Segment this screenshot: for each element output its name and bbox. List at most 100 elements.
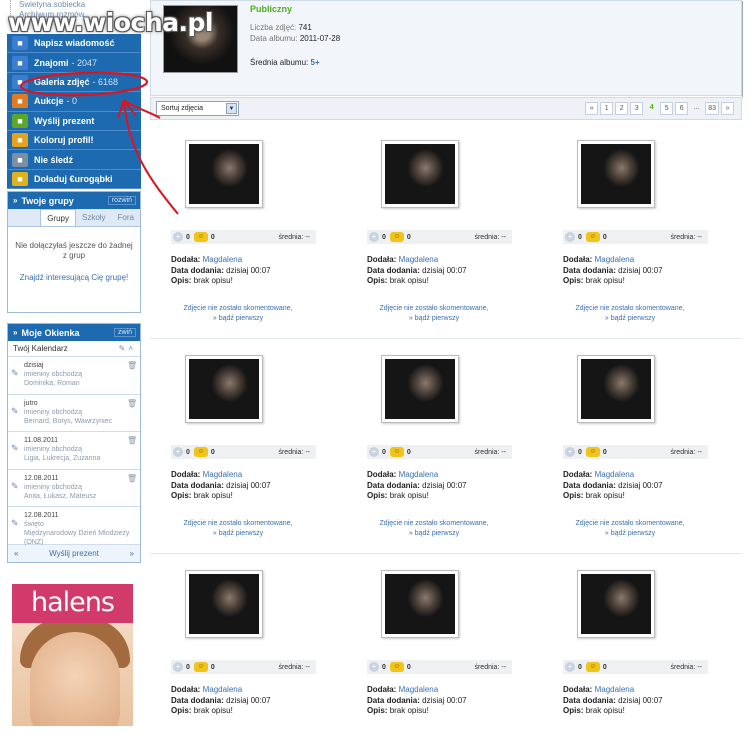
menu-item[interactable]: ■ Doładuj €urogąbki [7, 170, 141, 190]
photo-thumbnail[interactable] [577, 140, 655, 208]
calendar-entry-icon: ✎ [11, 443, 19, 453]
page-link[interactable]: « [585, 102, 599, 115]
photo-card: +0 ☺ 0 średnia: -- Dodała: Magdalena Data dod… [346, 341, 522, 541]
menu-item[interactable]: ■ Nie śledź [7, 150, 141, 170]
trash-icon[interactable]: 🗑 [127, 436, 137, 466]
author-link[interactable]: Magdalena [203, 255, 243, 264]
groups-toggle-button[interactable]: rozwiń [107, 196, 136, 205]
photo-thumbnail[interactable] [577, 355, 655, 423]
photo-image [581, 144, 651, 204]
author-link[interactable]: Magdalena [399, 685, 439, 694]
calendar-entry-type: imieniny obchodzą [24, 446, 82, 453]
date-label: Data dodania: [171, 265, 224, 275]
photo-thumbnail[interactable] [185, 355, 263, 423]
window-edge [742, 1, 747, 97]
smile-icon[interactable]: ☺ [585, 662, 600, 672]
be-first-link[interactable]: » bądź pierwszy [346, 314, 522, 324]
tab-groups[interactable]: Grupy [40, 209, 76, 226]
tab-schools[interactable]: Szkoły [76, 209, 112, 226]
be-first-link[interactable]: » bądź pierwszy [346, 529, 522, 539]
author-link[interactable]: Magdalena [595, 255, 635, 264]
description-label: Opis: [563, 276, 584, 285]
menu-item[interactable]: ■ Koloruj profil! [7, 131, 141, 151]
smile-icon[interactable]: ☺ [193, 447, 208, 457]
calendar-tools-icon[interactable]: ✎˄ [119, 344, 136, 353]
album-header: Publiczny Liczba zdjęć: 741 Data albumu:… [150, 0, 743, 97]
plus-icon[interactable]: + [173, 447, 183, 457]
smile-icon[interactable]: ☺ [389, 232, 404, 242]
smile-icon[interactable]: ☺ [585, 232, 600, 242]
advertisement-banner[interactable]: halens [12, 584, 133, 726]
smile-icon[interactable]: ☺ [585, 447, 600, 457]
sort-select[interactable]: Sortuj zdjęcia ▼ [156, 101, 239, 116]
description-value: brak opisu! [193, 491, 233, 500]
page-link[interactable]: 4 [645, 102, 658, 115]
be-first-link[interactable]: » bądź pierwszy [150, 314, 326, 324]
menu-item[interactable]: ■ Wyślij prezent [7, 112, 141, 131]
plus-icon[interactable]: + [173, 232, 183, 242]
author-link[interactable]: Magdalena [595, 685, 635, 694]
find-group-link[interactable]: Znajdź interesującą Cię grupę! [14, 273, 134, 283]
average-label: średnia: [670, 448, 696, 456]
groups-empty-text: Nie dołączyłaś jeszcze do żadnej z grup [15, 241, 133, 260]
smile-icon[interactable]: ☺ [193, 662, 208, 672]
plus-icon[interactable]: + [369, 447, 379, 457]
page-link[interactable]: 6 [675, 102, 689, 115]
plus-icon[interactable]: + [369, 662, 379, 672]
comment-note: Zdjęcie nie zostało skomentowane, » bądź … [150, 519, 326, 539]
photo-card: +0 ☺ 0 średnia: -- Dodała: Magdalena Data dod… [150, 556, 326, 750]
smile-icon[interactable]: ☺ [389, 662, 404, 672]
photo-thumbnail[interactable] [577, 570, 655, 638]
description-label: Opis: [563, 491, 584, 500]
tab-forums[interactable]: Fora [112, 209, 140, 226]
author-link[interactable]: Magdalena [203, 470, 243, 479]
trash-icon[interactable]: 🗑 [127, 474, 137, 504]
page-link[interactable]: 1 [600, 102, 614, 115]
trash-icon[interactable]: 🗑 [127, 361, 137, 391]
be-first-link[interactable]: » bądź pierwszy [542, 529, 718, 539]
page-link[interactable]: 5 [660, 102, 674, 115]
menu-item[interactable]: ■ Galeria zdjęć - 6168 [7, 73, 141, 93]
author-link[interactable]: Magdalena [203, 685, 243, 694]
photo-thumbnail[interactable] [381, 570, 459, 638]
be-first-link[interactable]: » bądź pierwszy [542, 314, 718, 324]
plus-icon[interactable]: + [369, 232, 379, 242]
send-gift-link[interactable]: Wyślij prezent [49, 549, 99, 558]
plus-icon[interactable]: + [565, 232, 575, 242]
plus-icon[interactable]: + [173, 662, 183, 672]
calendar-title: Twój Kalendarz [13, 344, 68, 353]
photo-thumbnail[interactable] [185, 140, 263, 208]
page-link[interactable]: 83 [705, 102, 719, 115]
description-value: brak opisu! [389, 491, 429, 500]
photo-card: +0 ☺ 0 średnia: -- Dodała: Magdalena Data dod… [346, 556, 522, 750]
calendar-next-button[interactable]: » [130, 549, 134, 558]
date-value: dzisiaj 00:07 [618, 480, 663, 490]
plus-icon[interactable]: + [565, 447, 575, 457]
date-label: Data dodania: [367, 695, 420, 705]
plus-icon[interactable]: + [565, 662, 575, 672]
photo-thumbnail[interactable] [185, 570, 263, 638]
smile-icon[interactable]: ☺ [389, 447, 404, 457]
trash-icon[interactable]: 🗑 [127, 399, 137, 429]
page-link[interactable]: » [721, 102, 734, 115]
date-label: Data dodania: [171, 695, 224, 705]
photo-card: +0 ☺ 0 średnia: -- Dodała: Magdalena Data dod… [542, 126, 718, 326]
author-link[interactable]: Magdalena [399, 470, 439, 479]
photo-thumbnail[interactable] [381, 140, 459, 208]
author-link[interactable]: Magdalena [399, 255, 439, 264]
photo-info: Dodała: Magdalena Data dodania: dzisiaj 0… [367, 470, 467, 502]
author-link[interactable]: Magdalena [595, 470, 635, 479]
no-comments-text: Zdjęcie nie zostało skomentowane, [379, 520, 489, 527]
page-link[interactable]: 3 [630, 102, 644, 115]
calendar-entry-names: Bernard, Borys, Wawrzyniec [24, 417, 113, 425]
page-link[interactable]: 2 [615, 102, 629, 115]
chevron-down-icon[interactable]: ▼ [226, 103, 237, 114]
smile-icon[interactable]: ☺ [193, 232, 208, 242]
photo-thumbnail[interactable] [381, 355, 459, 423]
menu-item[interactable]: ■ Znajomi - 2047 [7, 53, 141, 73]
calendar-prev-button[interactable]: « [14, 549, 18, 558]
menu-item[interactable]: ■ Aukcje - 0 [7, 92, 141, 112]
be-first-link[interactable]: » bądź pierwszy [150, 529, 326, 539]
windows-toggle-button[interactable]: zwiń [113, 328, 136, 337]
page-link: ... [693, 104, 700, 111]
